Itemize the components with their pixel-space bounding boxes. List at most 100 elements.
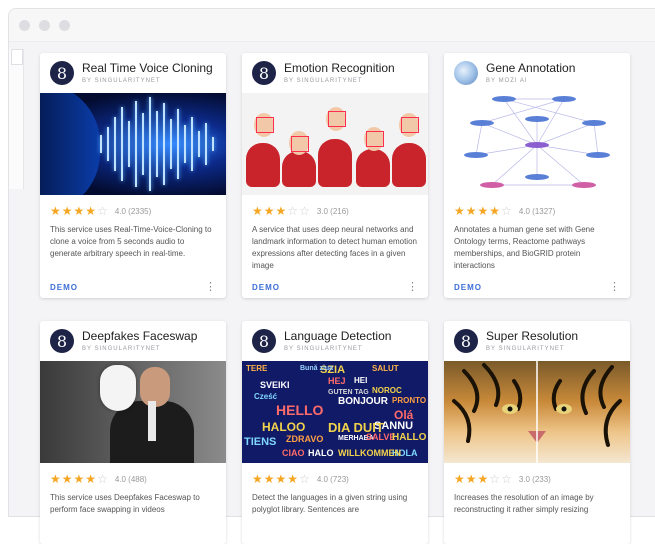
star-empty-icon: ☆	[287, 204, 299, 218]
card-header: 8 Deepfakes Faceswap BY SINGULARITYNET	[40, 321, 226, 361]
wordcloud-word: PRONTO	[392, 396, 427, 405]
singularitynet-logo-icon: 8	[50, 61, 74, 85]
star-icon: ★	[252, 204, 263, 218]
wave-bar	[100, 135, 102, 153]
demo-link[interactable]: DEMO	[50, 283, 78, 292]
card-byline: BY SINGULARITYNET	[284, 78, 363, 84]
wordcloud-word: ZDRAVO	[286, 434, 324, 444]
voice-waveform-image[interactable]	[40, 93, 226, 195]
star-empty-icon: ☆	[97, 472, 108, 486]
wave-bar	[191, 117, 193, 171]
card-title[interactable]: Real Time Voice Cloning	[82, 61, 213, 75]
more-options-icon[interactable]: ⋮	[609, 281, 620, 293]
star-icon: ★	[275, 472, 287, 486]
service-card-emotion-recognition[interactable]: 8 Emotion Recognition BY SINGULARITYNET …	[242, 53, 428, 298]
star-icon: ★	[50, 472, 61, 486]
hello-wordcloud-image[interactable]: SZIA HEJ HEI SVEIKI SALUT HELLO Bună ziu…	[242, 361, 428, 463]
star-icon: ★	[73, 472, 85, 486]
star-rating: ★ ★ ★ ☆ ☆ 3.0 (216)	[242, 202, 428, 220]
more-options-icon[interactable]: ⋮	[407, 281, 418, 293]
star-empty-icon: ☆	[489, 472, 501, 486]
card-byline: BY MOZI AI	[486, 78, 528, 84]
gene-network-graph	[464, 96, 610, 188]
tiger-face-image[interactable]	[444, 361, 630, 463]
face-detection-box	[401, 117, 419, 133]
window-close-dot[interactable]	[19, 19, 30, 31]
card-byline: BY SINGULARITYNET	[82, 78, 161, 84]
service-card-voice-cloning[interactable]: 8 Real Time Voice Cloning BY SINGULARITY…	[40, 53, 226, 298]
wordcloud-word: GUTEN TAG	[328, 389, 369, 396]
wave-bar	[177, 109, 179, 179]
window-maximize-dot[interactable]	[59, 19, 70, 31]
star-icon: ★	[287, 472, 299, 486]
star-icon: ★	[489, 204, 501, 218]
star-icon: ★	[477, 204, 489, 218]
card-description: This service uses Real-Time-Voice-Clonin…	[50, 225, 212, 258]
singularitynet-logo-icon: 8	[252, 61, 276, 85]
wave-bar	[114, 117, 116, 171]
window-minimize-dot[interactable]	[39, 19, 50, 31]
card-description: A service that uses deep neural networks…	[252, 225, 417, 270]
wave-bar	[184, 125, 186, 163]
person-figure	[356, 149, 390, 187]
service-card-language-detection[interactable]: 8 Language Detection BY SINGULARITYNET S…	[242, 321, 428, 544]
star-icon: ★	[275, 204, 287, 218]
face-detection-box	[291, 136, 309, 152]
masked-man-image[interactable]	[40, 361, 226, 463]
card-byline: BY SINGULARITYNET	[82, 346, 161, 352]
star-rating: ★ ★ ★ ★ ☆ 4.0 (488)	[40, 470, 226, 488]
rating-value: 4.0 (2335)	[114, 206, 152, 216]
star-empty-icon: ☆	[97, 204, 108, 218]
card-footer: DEMO ⋮	[40, 276, 226, 298]
wordcloud-word: WILLKOMMEN	[338, 448, 401, 458]
wordcloud-word: BONJOUR	[338, 396, 389, 407]
rating-value: 4.0 (1327)	[518, 206, 556, 216]
demo-link[interactable]: DEMO	[454, 283, 482, 292]
wordcloud-word: NOROC	[372, 386, 402, 395]
star-icon: ★	[465, 472, 477, 486]
person-figure	[246, 143, 280, 187]
card-title[interactable]: Emotion Recognition	[284, 61, 395, 75]
gene-node	[492, 96, 516, 102]
card-title[interactable]: Deepfakes Faceswap	[82, 329, 197, 343]
card-title[interactable]: Language Detection	[284, 329, 391, 343]
wordcloud-word: HELLO	[276, 402, 324, 418]
singularitynet-logo-icon: 8	[252, 329, 276, 353]
wave-bar	[156, 111, 158, 177]
gene-node	[586, 152, 610, 158]
wordcloud-word: SVEIKI	[260, 380, 290, 390]
gene-node	[525, 142, 549, 148]
star-empty-icon: ☆	[501, 472, 512, 486]
star-icon: ★	[61, 204, 73, 218]
wordcloud-word: Bună ziua	[300, 365, 334, 372]
gene-node	[525, 116, 549, 122]
rating-value: 4.0 (488)	[114, 474, 147, 484]
wordcloud-word: TERE	[246, 364, 268, 373]
wave-bar	[142, 113, 144, 175]
wave-bar	[170, 119, 172, 169]
tiger-stripes	[452, 361, 622, 463]
demo-link[interactable]: DEMO	[252, 283, 280, 292]
card-title[interactable]: Super Resolution	[486, 329, 578, 343]
service-card-super-resolution[interactable]: 8 Super Resolution BY SINGULARITYNET ★ ★ ★…	[444, 321, 630, 544]
side-panel-edge	[9, 49, 24, 189]
star-empty-icon: ☆	[299, 472, 310, 486]
side-panel-tab[interactable]	[11, 49, 23, 65]
face-detection-box	[256, 117, 274, 133]
star-icon: ★	[465, 204, 477, 218]
gene-node	[572, 182, 596, 188]
more-options-icon[interactable]: ⋮	[205, 281, 216, 293]
card-header: 8 Real Time Voice Cloning BY SINGULARITY…	[40, 53, 226, 93]
wordcloud-word: SALVE	[366, 432, 396, 442]
card-header: 8 Language Detection BY SINGULARITYNET	[242, 321, 428, 361]
card-title[interactable]: Gene Annotation	[486, 61, 575, 75]
wave-bar	[149, 97, 151, 191]
star-icon: ★	[85, 204, 97, 218]
card-description: Increases the resolution of an image by …	[454, 493, 594, 514]
star-icon: ★	[454, 472, 465, 486]
card-description: This service uses Deepfakes Faceswap to …	[50, 493, 200, 514]
service-card-deepfakes-faceswap[interactable]: 8 Deepfakes Faceswap BY SINGULARITYNET ★…	[40, 321, 226, 544]
gene-network-image[interactable]	[444, 93, 630, 195]
service-card-gene-annotation[interactable]: Gene Annotation BY MOZI AI ★ ★ ★ ★ ☆ 4.0…	[444, 53, 630, 298]
emotion-faces-image[interactable]	[242, 93, 428, 195]
